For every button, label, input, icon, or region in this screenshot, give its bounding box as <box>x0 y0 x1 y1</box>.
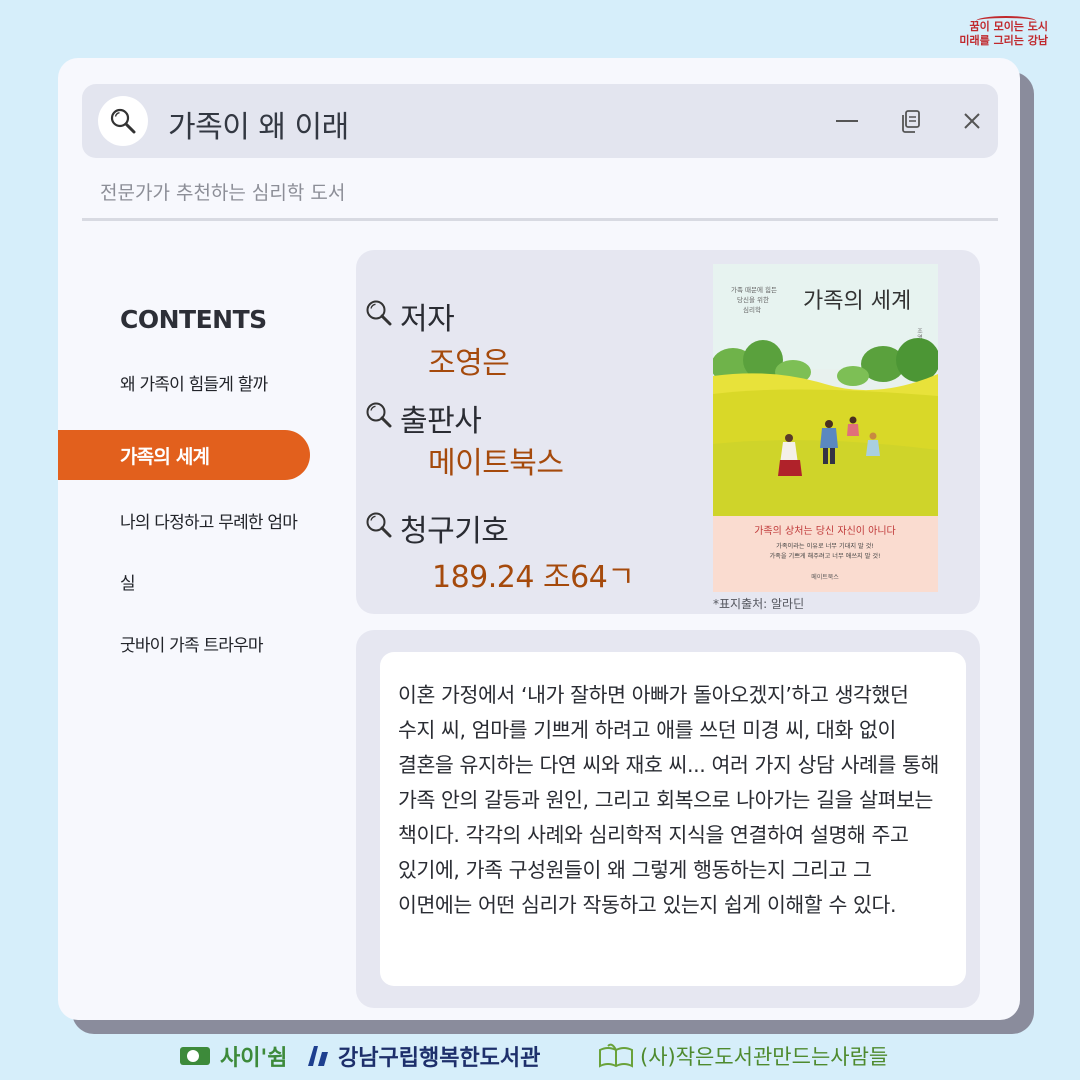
description-panel: 이혼 가정에서 ‘내가 잘하면 아빠가 돌아오겠지’하고 생각했던 수지 씨, … <box>380 652 966 986</box>
book-description: 이혼 가정에서 ‘내가 잘하면 아빠가 돌아오겠지’하고 생각했던 수지 씨, … <box>398 683 940 917</box>
footer-logo-library-text: 강남구립행복한도서관 <box>338 1046 541 1071</box>
publisher-label-row: 출판사 <box>366 396 482 440</box>
saishwim-mark-icon <box>180 1047 210 1065</box>
sidebar-item-family-world[interactable]: 가족의 세계 <box>58 430 310 480</box>
sidebar-item-my-mom[interactable]: 나의 다정하고 무례한 엄마 <box>120 508 298 533</box>
brand-arc-decoration <box>976 16 1036 26</box>
copy-icon <box>902 110 920 133</box>
author-label: 저자 <box>400 302 455 337</box>
footer-logo-saishwim-text: 사이'쉼 <box>220 1046 288 1071</box>
book-info-card: 저자 조영은 출판사 메이트북스 청구기호 189.24 조64ㄱ 가족 때문에… <box>356 250 980 614</box>
brand-line-2: 미래를 그리는 강남 <box>959 34 1048 47</box>
search-button[interactable] <box>98 96 148 146</box>
footer-logo-library: 강남구립행복한도서관 <box>304 1038 540 1074</box>
cover-band-line-1: 가족이라는 이유로 너무 기대지 말 것! <box>776 542 874 550</box>
search-icon <box>110 108 136 134</box>
footer-logo-small-library-text: (사)작은도서관만드는사람들 <box>640 1045 889 1069</box>
search-icon <box>366 402 392 428</box>
library-mark-icon <box>308 1046 328 1066</box>
brand-logo: 꿈이 모이는 도시 미래를 그리는 강남 <box>956 16 1048 48</box>
sidebar-item-label: 가족의 세계 <box>120 446 210 468</box>
publisher-label: 출판사 <box>400 404 482 439</box>
minimize-icon <box>836 120 858 122</box>
cover-band-line-2: 가족을 기쁘게 해주려고 너무 애쓰지 말 것! <box>769 552 880 560</box>
footer: 사이'쉼 강남구립행복한도서관 (사)작은도서관만드는사람들 <box>0 1038 1080 1074</box>
book-cover-image: 가족 때문에 힘든 당신을 위한 심리학 가족의 세계 조영은 지음 <box>713 264 938 592</box>
window-title: 가족이 왜 이래 <box>168 110 349 145</box>
cover-tagline-line-3: 심리학 <box>743 305 761 314</box>
copy-button[interactable] <box>896 106 926 136</box>
app-window: 가족이 왜 이래 전문가가 추천하는 심리학 도서 CONTENTS 왜 가족이… <box>58 58 1020 1020</box>
publisher-value: 메이트북스 <box>428 446 564 481</box>
close-button[interactable] <box>957 106 987 136</box>
open-book-icon <box>599 1043 633 1068</box>
cover-tagline-line-2: 당신을 위한 <box>737 295 769 304</box>
footer-logo-small-library: (사)작은도서관만드는사람들 <box>598 1038 888 1074</box>
window-subtitle: 전문가가 추천하는 심리학 도서 <box>100 182 346 204</box>
cover-publisher-mark: 메이트북스 <box>811 573 839 581</box>
sidebar-item-goodbye-trauma[interactable]: 굿바이 가족 트라우마 <box>120 631 264 656</box>
cover-tagline-line-1: 가족 때문에 힘든 <box>731 285 777 294</box>
sidebar-item-why-family[interactable]: 왜 가족이 힘들게 할까 <box>120 370 268 395</box>
minimize-button[interactable] <box>832 106 862 136</box>
search-icon <box>366 512 392 538</box>
cover-band-title: 가족의 상처는 당신 자신이 아니다 <box>754 525 896 537</box>
description-card: 이혼 가정에서 ‘내가 잘하면 아빠가 돌아오겠지’하고 생각했던 수지 씨, … <box>356 630 980 1008</box>
call-number-label: 청구기호 <box>400 514 509 549</box>
contents-heading: CONTENTS <box>120 305 267 334</box>
sidebar-item-sil[interactable]: 실 <box>120 569 136 594</box>
call-number-value: 189.24 조64ㄱ <box>432 560 635 595</box>
close-icon <box>964 113 980 129</box>
footer-logo-saishwim: 사이'쉼 <box>180 1038 287 1074</box>
subtitle-divider <box>82 218 998 221</box>
title-bar: 가족이 왜 이래 <box>82 84 998 158</box>
cover-title: 가족의 세계 <box>803 289 911 314</box>
search-icon <box>366 300 392 326</box>
call-number-label-row: 청구기호 <box>366 506 509 550</box>
author-value: 조영은 <box>428 346 510 381</box>
cover-caption: *표지출처: 알라딘 <box>713 597 805 611</box>
author-label-row: 저자 <box>366 294 455 338</box>
